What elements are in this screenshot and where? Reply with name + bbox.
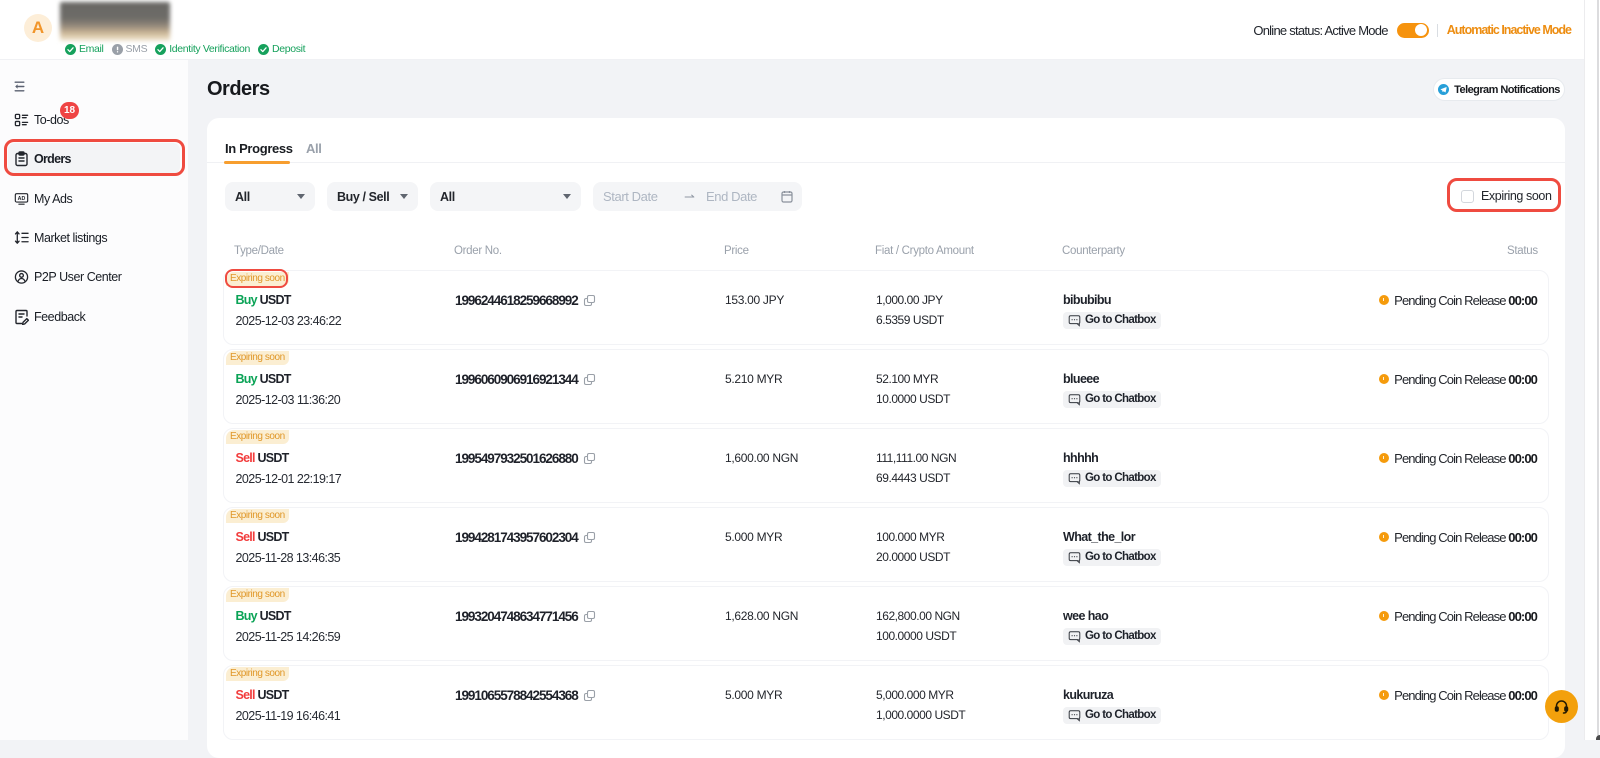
svg-text:AD: AD [18,196,26,202]
